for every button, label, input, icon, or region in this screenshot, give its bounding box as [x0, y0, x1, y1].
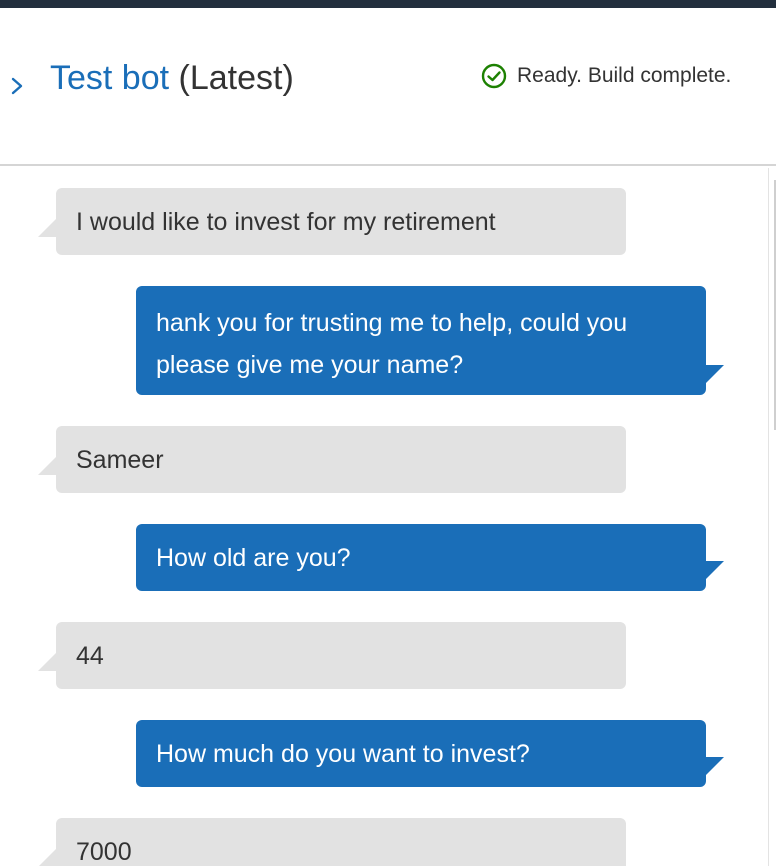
user-message: I would like to invest for my retirement [38, 188, 626, 255]
bot-message: How much do you want to invest? [136, 720, 724, 787]
user-message: 7000 [38, 818, 626, 866]
build-status-text: Ready. Build complete. [517, 64, 732, 87]
user-message: 44 [38, 622, 626, 689]
top-border [0, 0, 776, 8]
check-circle-icon [481, 63, 507, 89]
user-message: Sameer [38, 426, 626, 493]
test-bot-header: Test bot (Latest) Ready. Build complete. [0, 8, 776, 166]
build-status: Ready. Build complete. [481, 62, 731, 90]
chat-history[interactable]: I would like to invest for my retirement… [0, 168, 768, 866]
chevron-right-icon [11, 77, 23, 95]
message-text: 44 [76, 642, 104, 670]
message-text: 7000 [76, 838, 132, 866]
bot-message: How old are you? [136, 524, 724, 591]
message-text: hank you for trusting me to help, could … [156, 309, 628, 379]
message-text: How much do you want to invest? [156, 740, 530, 768]
expand-toggle[interactable] [8, 72, 28, 100]
message-text: How old are you? [156, 544, 351, 572]
message-text: I would like to invest for my retirement [76, 208, 496, 236]
bot-name: Test bot [50, 59, 170, 97]
page-title: Test bot (Latest) [50, 58, 294, 98]
bot-message: hank you for trusting me to help, could … [136, 286, 724, 395]
message-text: Sameer [76, 446, 164, 474]
bot-version: (Latest) [178, 59, 294, 97]
